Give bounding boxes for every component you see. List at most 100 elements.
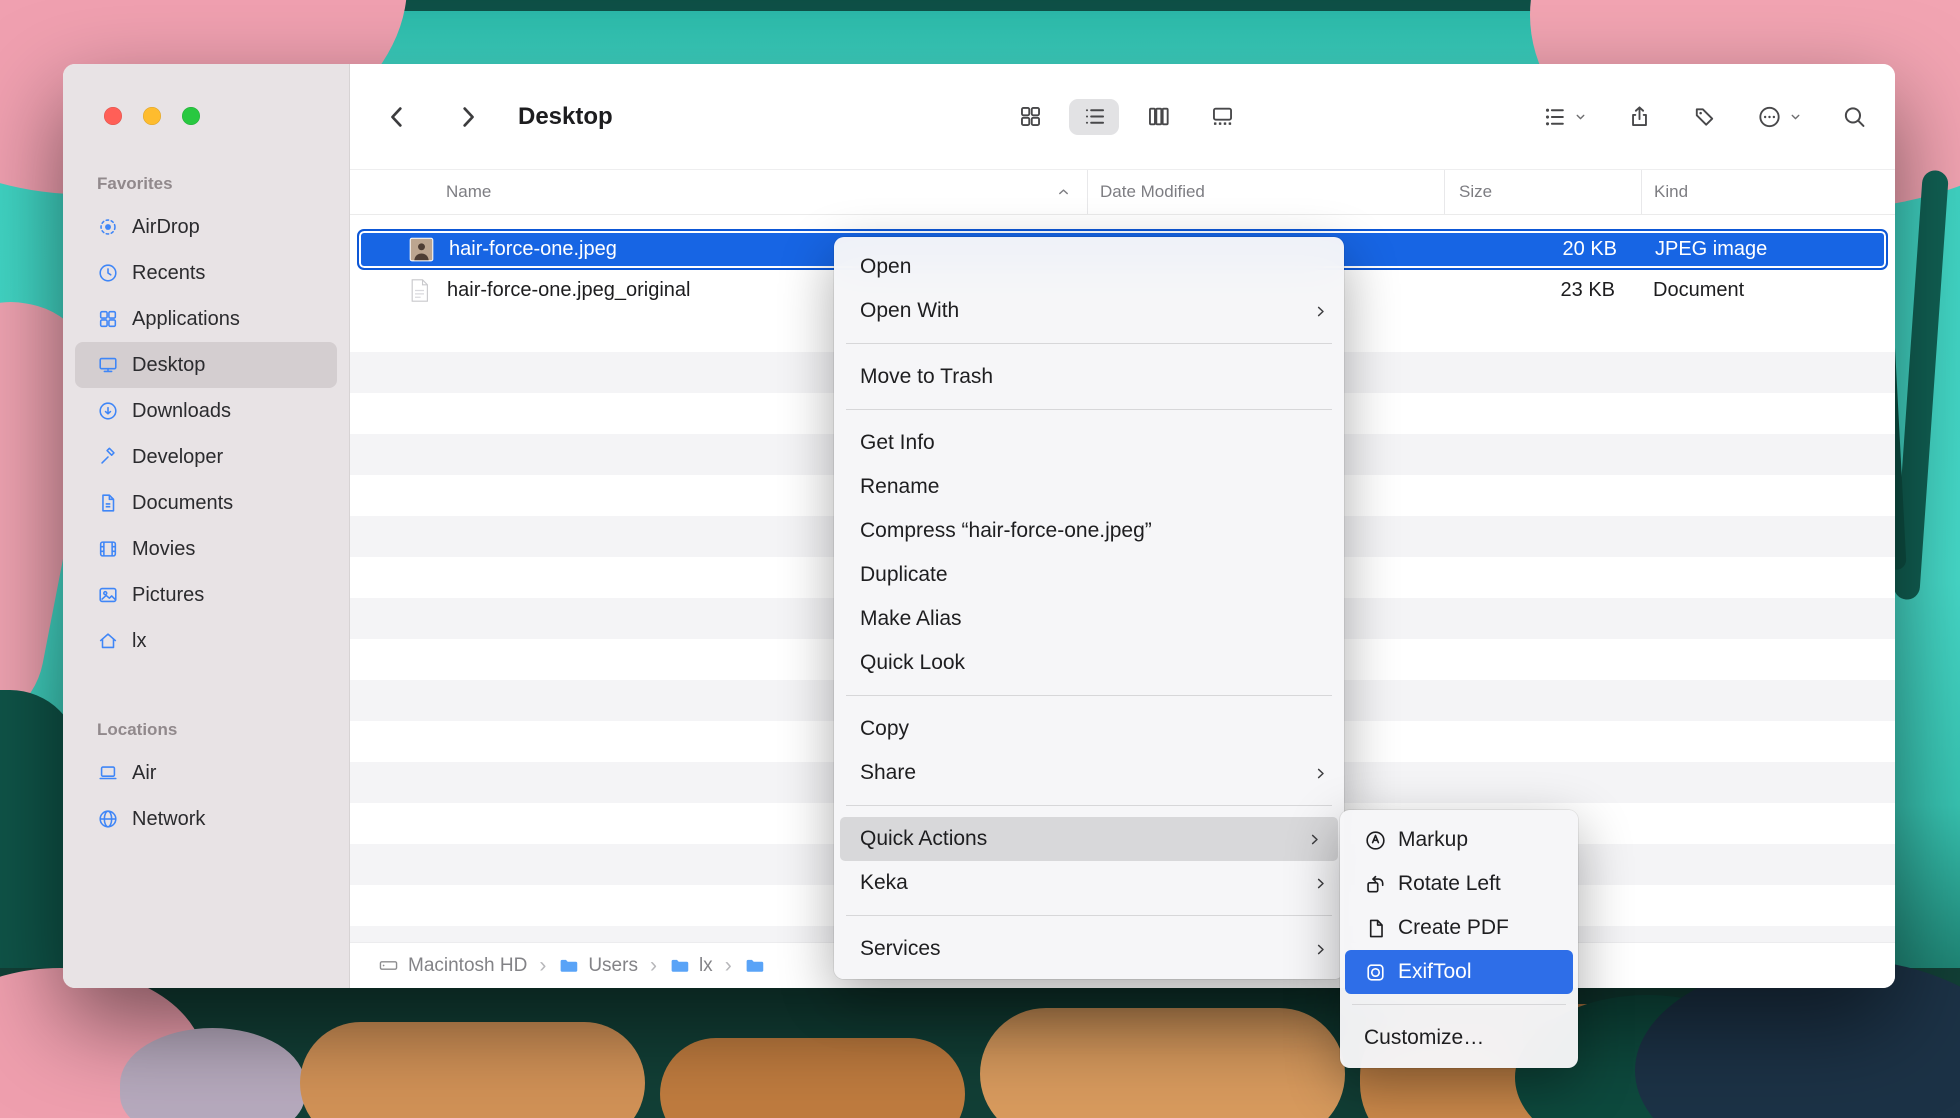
menu-item-quick-look[interactable]: Quick Look	[834, 641, 1344, 685]
document-file-icon	[406, 277, 433, 304]
menu-item-get-info[interactable]: Get Info	[834, 421, 1344, 465]
column-view-icon	[1146, 104, 1171, 129]
path-item-lx[interactable]: lx	[669, 955, 713, 977]
column-header-date-modified[interactable]: Date Modified	[1087, 170, 1444, 214]
sidebar-item-label: Movies	[132, 538, 195, 561]
sidebar-item-label: Recents	[132, 262, 205, 285]
folder-icon	[669, 955, 690, 976]
path-item-label: Users	[588, 955, 638, 977]
quick-actions-submenu: Markup Rotate Left Create PDF ExifTool C…	[1340, 810, 1578, 1068]
menu-item-share[interactable]: Share	[834, 751, 1344, 795]
sidebar-item-documents[interactable]: Documents	[75, 480, 337, 526]
menu-item-services[interactable]: Services	[834, 927, 1344, 971]
folder-icon	[558, 955, 579, 976]
search-icon	[1842, 104, 1867, 129]
share-button[interactable]	[1627, 104, 1652, 129]
menu-item-label: Compress “hair-force-one.jpeg”	[860, 519, 1152, 543]
sidebar-item-pictures[interactable]: Pictures	[75, 572, 337, 618]
menu-item-rename[interactable]: Rename	[834, 465, 1344, 509]
exiftool-icon	[1364, 961, 1387, 984]
menu-item-keka[interactable]: Keka	[834, 861, 1344, 905]
menu-separator	[1352, 1004, 1566, 1005]
sidebar-item-airdrop[interactable]: AirDrop	[75, 204, 337, 250]
submenu-arrow-icon	[1313, 766, 1328, 781]
back-button[interactable]	[384, 103, 411, 130]
sidebar-item-downloads[interactable]: Downloads	[75, 388, 337, 434]
column-header-kind[interactable]: Kind	[1641, 170, 1895, 214]
menu-item-rotate-left[interactable]: Rotate Left	[1340, 862, 1578, 906]
path-item-macintosh-hd[interactable]: Macintosh HD	[378, 955, 527, 977]
menu-item-open[interactable]: Open	[834, 245, 1344, 289]
sidebar-item-label: Downloads	[132, 400, 231, 423]
menu-item-quick-actions[interactable]: Quick Actions	[840, 817, 1338, 861]
sidebar-item-developer[interactable]: Developer	[75, 434, 337, 480]
wallpaper-shape	[660, 1038, 965, 1118]
file-size: 23 KB	[1444, 279, 1641, 302]
zoom-button[interactable]	[182, 107, 200, 125]
column-header-size[interactable]: Size	[1444, 170, 1641, 214]
sidebar-item-air[interactable]: Air	[75, 750, 337, 796]
gallery-view-icon	[1210, 104, 1235, 129]
menu-separator	[846, 915, 1332, 916]
group-button[interactable]	[1542, 104, 1587, 129]
menu-item-compress[interactable]: Compress “hair-force-one.jpeg”	[834, 509, 1344, 553]
path-separator: ›	[725, 954, 732, 978]
submenu-arrow-icon	[1313, 942, 1328, 957]
menu-item-make-alias[interactable]: Make Alias	[834, 597, 1344, 641]
gallery-view-button[interactable]	[1197, 99, 1247, 135]
menu-item-open-with[interactable]: Open With	[834, 289, 1344, 333]
sidebar-item-recents[interactable]: Recents	[75, 250, 337, 296]
menu-item-customize[interactable]: Customize…	[1340, 1016, 1578, 1060]
sidebar-item-movies[interactable]: Movies	[75, 526, 337, 572]
menu-item-move-to-trash[interactable]: Move to Trash	[834, 355, 1344, 399]
list-column-headers: Name Date Modified Size Kind	[350, 170, 1895, 215]
tags-button[interactable]	[1692, 104, 1717, 129]
hard-drive-icon	[378, 955, 399, 976]
view-controls	[1005, 99, 1247, 135]
sidebar-item-label: Network	[132, 808, 205, 831]
path-item-label: lx	[699, 955, 713, 977]
menu-item-label: Get Info	[860, 431, 935, 455]
hammer-icon	[97, 446, 119, 468]
menu-item-label: Create PDF	[1398, 916, 1509, 940]
file-name: hair-force-one.jpeg	[449, 238, 617, 261]
path-item-partial[interactable]	[744, 955, 765, 976]
sidebar-item-label: Developer	[132, 446, 223, 469]
sidebar-item-label: AirDrop	[132, 216, 200, 239]
menu-item-copy[interactable]: Copy	[834, 707, 1344, 751]
list-view-icon	[1082, 104, 1107, 129]
icon-view-button[interactable]	[1005, 99, 1055, 135]
sidebar-item-network[interactable]: Network	[75, 796, 337, 842]
sidebar-item-applications[interactable]: Applications	[75, 296, 337, 342]
menu-separator	[846, 805, 1332, 806]
forward-button[interactable]	[454, 103, 481, 130]
column-view-button[interactable]	[1133, 99, 1183, 135]
submenu-arrow-icon	[1313, 876, 1328, 891]
more-actions-button[interactable]	[1757, 104, 1802, 129]
menu-item-exiftool[interactable]: ExifTool	[1345, 950, 1573, 994]
sidebar-item-label: Documents	[132, 492, 233, 515]
minimize-button[interactable]	[143, 107, 161, 125]
file-size: 20 KB	[1453, 238, 1650, 261]
menu-item-create-pdf[interactable]: Create PDF	[1340, 906, 1578, 950]
menu-item-label: Open With	[860, 299, 959, 323]
window-title: Desktop	[518, 103, 613, 131]
menu-item-markup[interactable]: Markup	[1340, 818, 1578, 862]
path-item-users[interactable]: Users	[558, 955, 638, 977]
home-icon	[97, 630, 119, 652]
share-icon	[1627, 104, 1652, 129]
toolbar: Desktop	[350, 64, 1895, 170]
sidebar-item-label: Pictures	[132, 584, 204, 607]
list-view-button[interactable]	[1069, 99, 1119, 135]
column-header-name[interactable]: Name	[350, 170, 1087, 214]
menu-item-duplicate[interactable]: Duplicate	[834, 553, 1344, 597]
sidebar-item-home-lx[interactable]: lx	[75, 618, 337, 664]
search-button[interactable]	[1842, 104, 1867, 129]
sidebar-item-desktop[interactable]: Desktop	[75, 342, 337, 388]
submenu-arrow-icon	[1313, 304, 1328, 319]
chevron-down-icon	[1574, 110, 1587, 123]
create-pdf-icon	[1364, 917, 1387, 940]
close-button[interactable]	[104, 107, 122, 125]
menu-item-label: Services	[860, 937, 941, 961]
chevron-right-icon	[454, 103, 481, 130]
